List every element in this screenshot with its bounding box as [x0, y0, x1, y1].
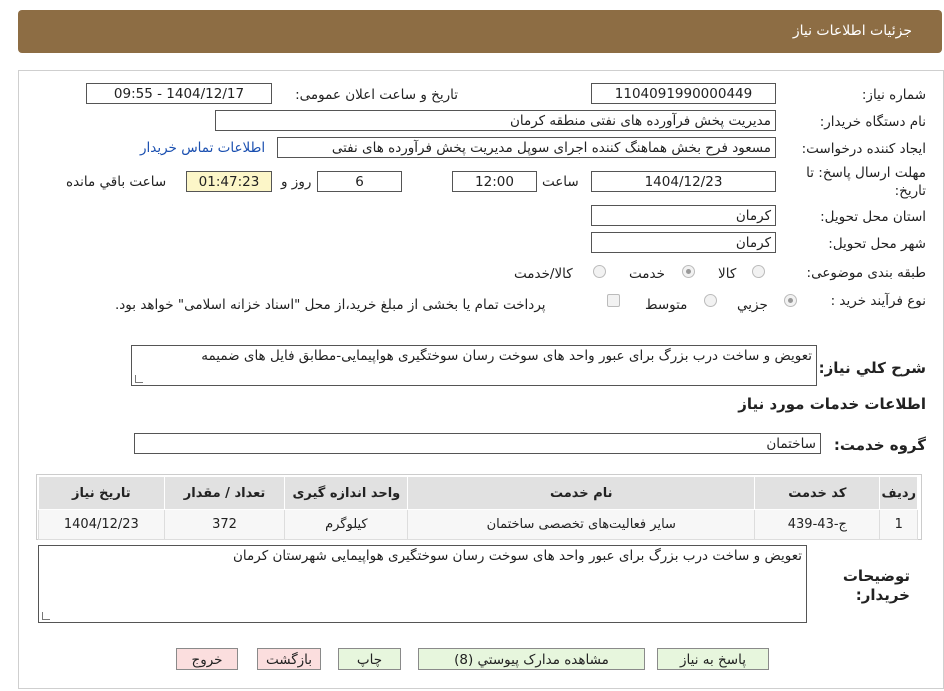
category-option-service: خدمت — [629, 266, 665, 282]
process-label: نوع فرآیند خرید : — [830, 293, 926, 309]
table-row: 1 ج-43-439 سایر فعالیت‌های تخصصی ساختمان… — [38, 509, 918, 540]
cell-row: 1 — [879, 509, 918, 540]
process-radio-minor[interactable] — [784, 294, 797, 307]
province-label: استان محل تحویل: — [820, 209, 926, 225]
treasury-checkbox[interactable] — [607, 294, 620, 307]
page-header: جزئیات اطلاعات نیاز — [18, 10, 942, 53]
back-button[interactable]: بازگشت — [257, 648, 321, 670]
city-label: شهر محل تحویل: — [828, 236, 926, 252]
view-documents-button[interactable]: مشاهده مدارک پیوستي (8) — [418, 648, 645, 670]
process-option-medium: متوسط — [645, 297, 688, 313]
col-quantity: تعداد / مقدار — [163, 476, 286, 510]
cell-service-code: ج-43-439 — [754, 509, 881, 540]
category-radio-service[interactable] — [682, 265, 695, 278]
table-header-row: ردیف کد خدمت نام خدمت واحد اندازه گیری ت… — [38, 476, 918, 510]
time-label: ساعت — [542, 174, 579, 190]
cell-need-date: 1404/12/23 — [38, 509, 165, 540]
resize-handle-icon[interactable] — [135, 375, 143, 383]
cell-quantity: 372 — [163, 509, 286, 540]
deadline-label-2: تاریخ: — [894, 183, 926, 199]
process-radio-medium[interactable] — [704, 294, 717, 307]
requester-field: مسعود فرح بخش هماهنگ کننده اجرای سوپل مد… — [277, 137, 776, 158]
cell-unit: کیلوگرم — [284, 509, 409, 540]
exit-button[interactable]: خروج — [176, 648, 238, 670]
summary-text: تعویض و ساخت درب بزرگ برای عبور واحد های… — [201, 348, 812, 364]
category-label: طبقه بندی موضوعی: — [806, 265, 926, 281]
deadline-label: مهلت ارسال پاسخ: تا — [806, 165, 926, 181]
days-field: 6 — [317, 171, 402, 192]
category-radio-goods[interactable] — [752, 265, 765, 278]
remaining-label: ساعت باقي مانده — [66, 174, 167, 190]
category-option-goods-service: کالا/خدمت — [514, 266, 573, 282]
service-group-field: ساختمان — [134, 433, 821, 454]
col-row: ردیف — [879, 476, 918, 510]
cell-service-name: سایر فعالیت‌های تخصصی ساختمان — [407, 509, 756, 540]
col-service-code: کد خدمت — [754, 476, 881, 510]
buyer-notes-label: توضیحات — [842, 567, 910, 585]
need-number-label: شماره نیاز: — [861, 87, 926, 103]
service-group-label: گروه خدمت: — [833, 436, 926, 454]
buyer-notes-label-2: خریدار: — [855, 586, 910, 604]
announce-field: 1404/12/17 - 09:55 — [86, 83, 272, 104]
buyer-notes-textarea: تعویض و ساخت درب بزرگ برای عبور واحد های… — [38, 545, 807, 623]
category-option-goods: کالا — [718, 266, 737, 282]
respond-button[interactable]: پاسخ به نیاز — [657, 648, 769, 670]
days-label: روز و — [281, 174, 312, 190]
buyer-org-field: مدیریت پخش فرآورده های نفتی منطقه کرمان — [215, 110, 776, 131]
summary-label: شرح کلي نیاز: — [818, 359, 926, 377]
buyer-contact-link[interactable]: اطلاعات تماس خریدار — [140, 140, 265, 156]
buyer-org-label: نام دستگاه خریدار: — [819, 114, 926, 130]
category-radio-goods-service[interactable] — [593, 265, 606, 278]
services-table: ردیف کد خدمت نام خدمت واحد اندازه گیری ت… — [38, 476, 918, 540]
remaining-time-field: 01:47:23 — [186, 171, 272, 192]
deadline-date-field: 1404/12/23 — [591, 171, 776, 192]
page-title: جزئیات اطلاعات نیاز — [792, 23, 912, 39]
city-field: کرمان — [591, 232, 776, 253]
need-number-field: 1104091990000449 — [591, 83, 776, 104]
print-button[interactable]: چاپ — [338, 648, 401, 670]
deadline-time-field: 12:00 — [452, 171, 537, 192]
announce-label: تاریخ و ساعت اعلان عمومی: — [295, 87, 458, 103]
services-section-title: اطلاعات خدمات مورد نیاز — [738, 395, 926, 413]
payment-note: پرداخت تمام یا بخشی از مبلغ خرید،از محل … — [115, 297, 546, 313]
province-field: کرمان — [591, 205, 776, 226]
col-service-name: نام خدمت — [407, 476, 756, 510]
buyer-notes-text: تعویض و ساخت درب بزرگ برای عبور واحد های… — [233, 548, 802, 564]
resize-handle-icon[interactable] — [42, 612, 50, 620]
requester-label: ایجاد کننده درخواست: — [801, 141, 926, 157]
col-need-date: تاریخ نیاز — [38, 476, 165, 510]
col-unit: واحد اندازه گیری — [284, 476, 409, 510]
process-option-minor: جزیي — [737, 297, 768, 313]
summary-textarea: تعویض و ساخت درب بزرگ برای عبور واحد های… — [131, 345, 817, 386]
